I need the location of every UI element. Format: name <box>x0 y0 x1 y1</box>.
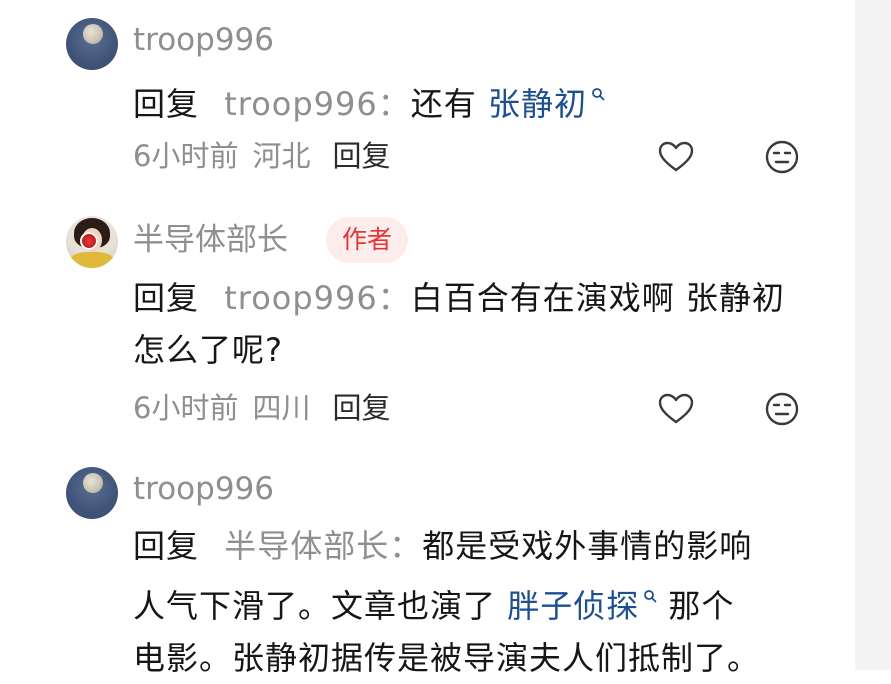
right-gutter <box>855 0 891 670</box>
comment-item: troop996 回复 半导体部长：都是受戏外事情的影响 人气下滑了。文章也演了… <box>0 0 855 677</box>
moon-icon <box>83 473 103 493</box>
comment-body: 回复 半导体部长：都是受戏外事情的影响 人气下滑了。文章也演了 胖子侦探 那个 … <box>133 520 823 684</box>
search-link[interactable]: 胖子侦探 <box>507 587 639 625</box>
comment-line: 电影。张静初据传是被导演夫人们抵制了。 <box>133 639 761 677</box>
comment-line: 回复 半导体部长：都是受戏外事情的影响 <box>133 520 823 572</box>
comment-text: 人气下滑了。文章也演了 <box>133 587 508 625</box>
username[interactable]: troop996 <box>133 469 274 509</box>
comment-text: 那个 <box>657 587 735 625</box>
comment-line: 人气下滑了。文章也演了 胖子侦探 那个 <box>133 572 823 632</box>
avatar[interactable] <box>66 467 118 519</box>
reply-prefix: 回复 <box>133 527 200 565</box>
search-icon[interactable] <box>643 572 657 624</box>
reply-colon: ： <box>389 527 423 565</box>
comment-text: 都是受戏外事情的影响 <box>422 527 753 565</box>
reply-target[interactable]: 半导体部长 <box>224 527 389 565</box>
